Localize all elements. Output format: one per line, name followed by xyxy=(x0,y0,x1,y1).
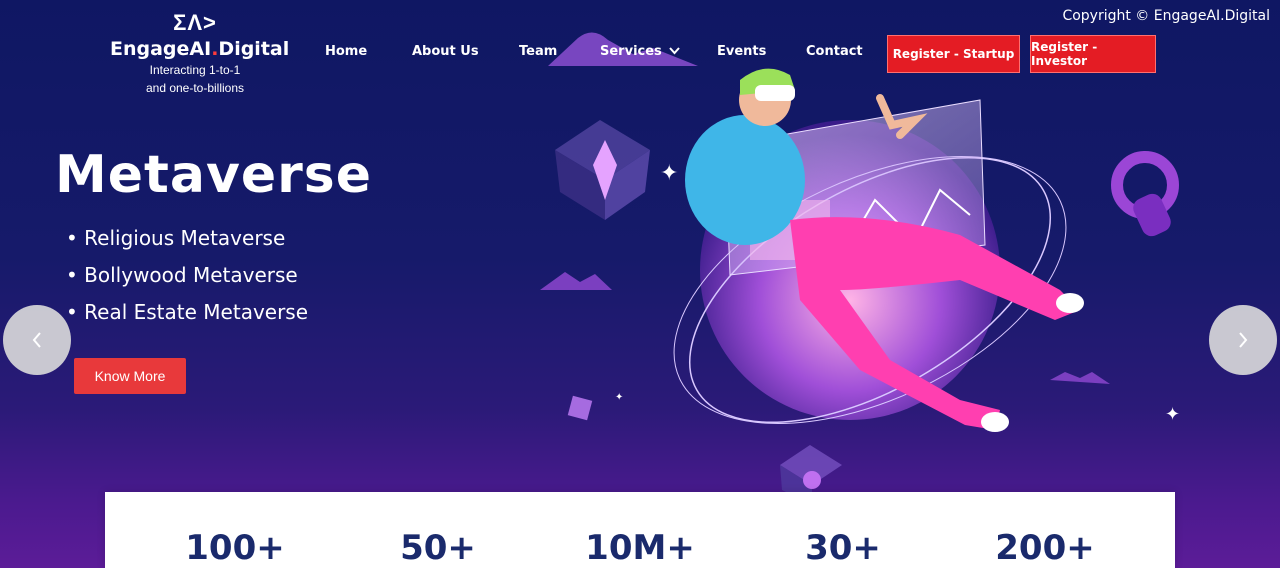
brand-tagline-1: Interacting 1-to-1 xyxy=(149,63,241,77)
brand-tagline-2: and one-to-billions xyxy=(145,81,245,95)
brand-logo[interactable]: ΣΛ> EngageAI.Digital Interacting 1-to-1 … xyxy=(110,10,290,96)
brand-name: EngageAI.Digital xyxy=(110,38,290,60)
carousel-prev-button[interactable] xyxy=(3,305,71,375)
nav-services-label: Services xyxy=(600,44,662,59)
hero-bullet-list: Religious Metaverse Bollywood Metaverse … xyxy=(66,226,308,337)
stat-value: 30+ xyxy=(805,528,881,568)
chevron-left-icon xyxy=(32,332,41,348)
vr-headset-icon xyxy=(755,85,795,101)
hero-bullet: Religious Metaverse xyxy=(66,226,308,263)
sparkle-icon: ✦ xyxy=(1165,404,1180,424)
hero-banner: Copyright © EngageAI.Digital ΣΛ> EngageA… xyxy=(0,0,1280,568)
mountain-shape xyxy=(1050,372,1110,384)
metaverse-illustration: ✦ ✦ ✦ xyxy=(540,68,1180,500)
mountain-shape xyxy=(540,272,612,290)
nav-events[interactable]: Events xyxy=(717,44,766,59)
nav-about[interactable]: About Us xyxy=(412,44,479,59)
logo-mark-icon: ΣΛ> xyxy=(173,10,217,35)
stat-value: 50+ xyxy=(400,528,476,568)
stats-bar: 100+ 50+ 10M+ 30+ 200+ xyxy=(105,492,1175,568)
person-shoe xyxy=(1056,293,1084,313)
hero-bullet: Real Estate Metaverse xyxy=(66,300,308,337)
hero-title: Metaverse xyxy=(55,145,372,205)
hero-bullet: Bollywood Metaverse xyxy=(66,263,308,300)
nav-contact[interactable]: Contact xyxy=(806,44,863,59)
nav-services[interactable]: Services xyxy=(600,44,681,59)
stat-value: 200+ xyxy=(995,528,1095,568)
small-cube-icon xyxy=(567,395,593,421)
vr-controller-icon xyxy=(1111,151,1179,237)
crystal-cube-icon xyxy=(555,120,650,220)
person-hoodie xyxy=(685,115,805,245)
stat-value: 100+ xyxy=(185,528,285,568)
person-shoe xyxy=(981,412,1009,432)
chevron-down-icon xyxy=(669,47,681,55)
nav-team[interactable]: Team xyxy=(519,44,557,59)
know-more-button[interactable]: Know More xyxy=(74,358,186,394)
sparkle-icon: ✦ xyxy=(660,160,678,185)
stat-value: 10M+ xyxy=(585,528,695,568)
sparkle-icon: ✦ xyxy=(615,392,623,403)
copyright-text: Copyright © EngageAI.Digital xyxy=(1062,8,1270,24)
nav-home[interactable]: Home xyxy=(325,44,367,59)
